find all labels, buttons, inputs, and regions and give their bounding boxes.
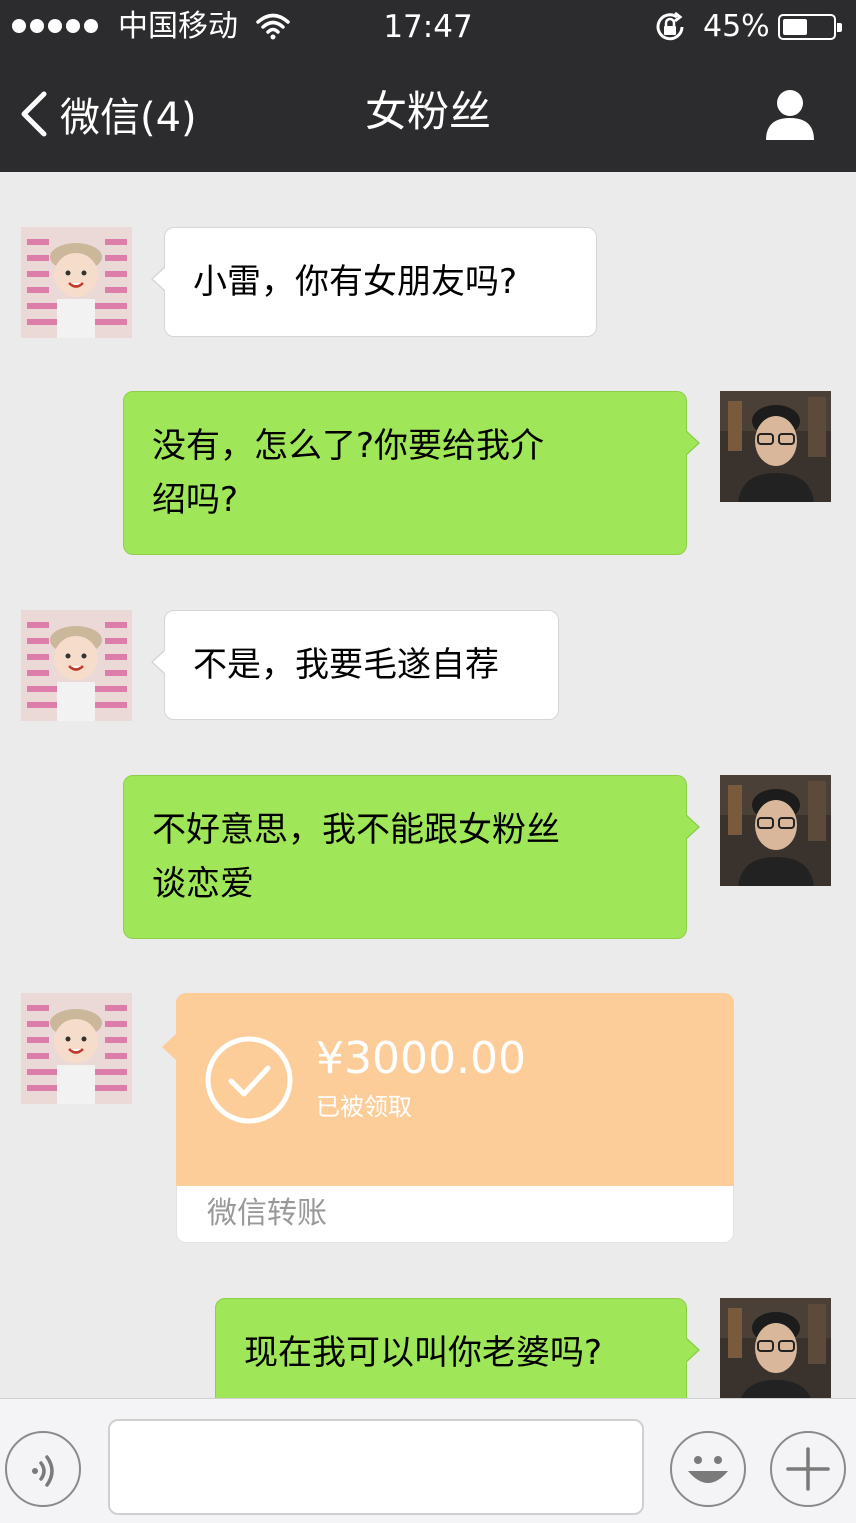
transfer-card[interactable]: ¥3000.00 已被领取 微信转账 xyxy=(162,993,734,1243)
message-text-line: 谈恋爱 xyxy=(152,864,254,904)
incoming-message[interactable]: 小雷，你有女朋友吗? xyxy=(151,227,597,337)
message-input[interactable] xyxy=(108,1419,644,1515)
checkmark-circle-icon xyxy=(205,1036,293,1124)
contact-avatar[interactable] xyxy=(21,610,132,721)
input-bar xyxy=(0,1398,856,1523)
orientation-lock-icon xyxy=(656,12,684,41)
emoji-button[interactable] xyxy=(670,1431,746,1507)
message-text: 小雷，你有女朋友吗? xyxy=(193,262,518,302)
voice-icon xyxy=(32,1455,54,1487)
battery-percent: 45% xyxy=(703,9,770,44)
outgoing-message[interactable]: 没有，怎么了?你要给我介 绍吗? xyxy=(123,391,700,555)
outgoing-message[interactable]: 不好意思，我不能跟女粉丝 谈恋爱 xyxy=(123,775,700,939)
transfer-amount: ¥3000.00 xyxy=(316,1033,526,1084)
message-text-line: 绍吗? xyxy=(152,480,239,520)
chat-messages: 小雷，你有女朋友吗? 没有，怎么了?你要给我介 绍吗? 不是，我要毛遂自荐 不好… xyxy=(0,172,856,1398)
message-text-line: 不好意思，我不能跟女粉丝 xyxy=(152,810,560,850)
my-avatar[interactable] xyxy=(720,1298,831,1398)
incoming-message[interactable]: 不是，我要毛遂自荐 xyxy=(151,610,559,720)
nav-bar: 微信(4) 女粉丝 xyxy=(0,54,856,172)
my-avatar[interactable] xyxy=(720,775,831,886)
message-text: 不是，我要毛遂自荐 xyxy=(193,645,499,685)
plus-icon xyxy=(786,1447,830,1491)
status-bar: 中国移动 17:47 45% xyxy=(0,0,856,54)
battery-icon xyxy=(778,14,842,40)
person-icon[interactable] xyxy=(762,86,818,142)
message-text-line: 没有，怎么了?你要给我介 xyxy=(152,426,545,466)
transfer-status: 已被领取 xyxy=(316,1093,412,1121)
transfer-label: 微信转账 xyxy=(207,1196,327,1231)
contact-avatar[interactable] xyxy=(21,227,132,338)
voice-button[interactable] xyxy=(5,1431,81,1507)
emoji-icon xyxy=(688,1456,728,1483)
outgoing-message[interactable]: 现在我可以叫你老婆吗? xyxy=(215,1298,700,1398)
message-text: 现在我可以叫你老婆吗? xyxy=(244,1333,603,1373)
contact-avatar[interactable] xyxy=(21,993,132,1104)
more-button[interactable] xyxy=(770,1431,846,1507)
chat-title: 女粉丝 xyxy=(364,87,491,136)
my-avatar[interactable] xyxy=(720,391,831,502)
